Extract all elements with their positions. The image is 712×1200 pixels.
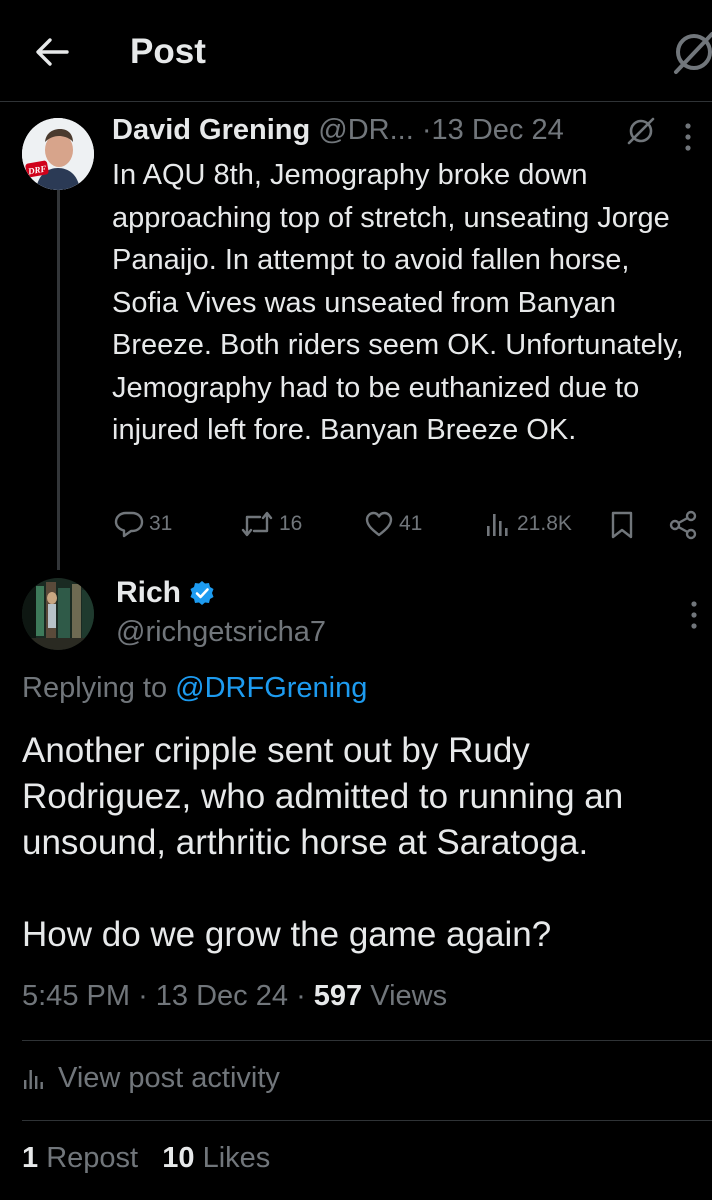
author-handle[interactable]: @DR...: [318, 114, 414, 146]
repost-icon: [241, 511, 273, 537]
replying-to-line: Replying to @DRFGrening: [22, 672, 367, 705]
more-vertical-icon: [685, 123, 691, 151]
reply-timestamp-row: 5:45 PM · 13 Dec 24 · 597 Views: [22, 980, 447, 1013]
avatar-photo: [22, 578, 94, 650]
views-count: 21.8K: [517, 512, 572, 535]
activity-label: View post activity: [58, 1062, 280, 1094]
divider: [22, 1040, 712, 1041]
reply-icon: [114, 511, 144, 538]
parent-grok-button[interactable]: [626, 116, 656, 151]
parent-post-header: David Grening @DR... ·13 Dec 24: [112, 114, 564, 147]
parent-action-bar: 31 16 41 21.8K: [0, 510, 712, 540]
like-count: 41: [399, 512, 423, 535]
views-label: Views: [370, 980, 448, 1012]
like-button[interactable]: 41: [364, 510, 422, 538]
divider: [22, 1120, 712, 1121]
reply-text-paragraph: Another cripple sent out by Rudy Rodrigu…: [22, 731, 624, 862]
reply-button[interactable]: 31: [114, 510, 172, 538]
avatar-photo: DRF: [22, 118, 94, 190]
views-count: 597: [313, 980, 363, 1012]
separator-dot: ·: [296, 980, 306, 1012]
reply-post-text: Another cripple sent out by Rudy Rodrigu…: [22, 728, 702, 958]
post-time[interactable]: 5:45 PM: [22, 980, 130, 1012]
top-bar: Post: [0, 0, 712, 102]
reply-text-paragraph: How do we grow the game again?: [22, 915, 552, 954]
repost-button[interactable]: 16: [240, 510, 302, 538]
reply-avatar[interactable]: [22, 578, 94, 650]
share-button[interactable]: [668, 510, 703, 540]
repost-count: 16: [279, 512, 303, 535]
grok-icon: [674, 32, 712, 74]
likes-stat[interactable]: 10 Likes: [162, 1142, 270, 1174]
engagement-stats: 1 Repost 10 Likes: [22, 1142, 270, 1175]
views-button[interactable]: 21.8K: [484, 510, 572, 538]
arrow-left-icon: [36, 38, 69, 66]
parent-post[interactable]: DRF David Grening @DR... ·13 Dec 24 In A…: [0, 102, 712, 572]
back-button[interactable]: [30, 30, 74, 74]
reposts-label: Repost: [46, 1142, 139, 1174]
reposts-count: 1: [22, 1142, 39, 1174]
replying-prefix: Replying to: [22, 672, 168, 704]
reply-author-name-row[interactable]: Rich: [116, 576, 215, 610]
separator-dot: ·: [138, 980, 148, 1012]
bookmark-icon: [611, 511, 633, 539]
share-icon: [669, 510, 697, 540]
page-title: Post: [130, 32, 206, 71]
likes-label: Likes: [202, 1142, 271, 1174]
parent-post-text: In AQU 8th, Jemography broke down approa…: [112, 159, 684, 446]
bookmark-button[interactable]: [610, 510, 639, 540]
parent-more-button[interactable]: [684, 122, 692, 157]
reply-author-name[interactable]: Rich: [116, 576, 181, 610]
likes-count: 10: [162, 1142, 195, 1174]
bar-chart-icon: [24, 1069, 43, 1089]
reposts-stat[interactable]: 1 Repost: [22, 1142, 146, 1174]
bar-chart-icon: [487, 514, 508, 536]
reply-count: 31: [149, 512, 173, 535]
view-post-activity-button[interactable]: View post activity: [22, 1062, 280, 1095]
more-vertical-icon: [691, 601, 697, 629]
verified-badge-icon[interactable]: [189, 580, 215, 606]
replying-to-link[interactable]: @DRFGrening: [175, 672, 367, 704]
heart-icon: [365, 511, 393, 537]
grok-icon: [627, 117, 655, 145]
separator-dot: ·: [421, 114, 432, 146]
post-date[interactable]: 13 Dec 24: [432, 114, 564, 146]
parent-avatar[interactable]: DRF: [22, 118, 94, 190]
grok-button[interactable]: [668, 28, 712, 76]
post-date[interactable]: 13 Dec 24: [156, 980, 288, 1012]
reply-author-handle[interactable]: @richgetsricha7: [116, 616, 326, 649]
author-name[interactable]: David Grening: [112, 114, 310, 146]
reply-more-button[interactable]: [690, 600, 698, 635]
